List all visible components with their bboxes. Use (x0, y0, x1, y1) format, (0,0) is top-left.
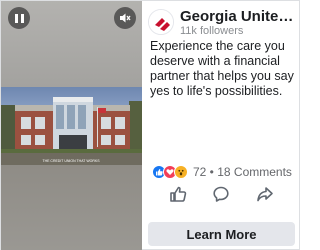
ad-body-text: Experience the care you deserve with a f… (150, 39, 294, 98)
building-photo: THE CREDIT UNION THAT WORKS (1, 87, 142, 165)
reactions-bar[interactable]: 72 • 18 Comments (152, 164, 292, 180)
video-blur-bottom (1, 165, 142, 250)
photo-caption: THE CREDIT UNION THAT WORKS (42, 159, 100, 163)
gucu-logo (149, 10, 173, 34)
mute-icon (120, 13, 131, 23)
building-illustration: THE CREDIT UNION THAT WORKS (1, 97, 142, 165)
action-bar (142, 183, 301, 205)
learn-more-button[interactable]: Learn More (148, 222, 295, 246)
wow-reaction-icon (174, 165, 188, 179)
reaction-comment-stats[interactable]: 72 • 18 Comments (193, 165, 292, 179)
mute-button[interactable] (114, 7, 136, 29)
page-logo[interactable] (148, 9, 174, 35)
video-player[interactable]: THE CREDIT UNION THAT WORKS (1, 1, 142, 250)
share-button[interactable] (254, 183, 276, 205)
pause-icon (13, 13, 25, 23)
thumbs-up-icon (170, 186, 187, 202)
follower-count: 11k followers (180, 25, 244, 37)
like-button[interactable] (167, 183, 189, 205)
share-icon (257, 187, 273, 202)
ad-unit: THE CREDIT UNION THAT WORKS Georgia Unit… (0, 0, 300, 250)
pause-button[interactable] (8, 7, 30, 29)
page-name[interactable]: Georgia United Credit Union (180, 8, 298, 25)
ad-content: Georgia United Credit Union 11k follower… (142, 1, 301, 250)
comment-button[interactable] (210, 183, 232, 205)
comment-icon (213, 186, 230, 202)
